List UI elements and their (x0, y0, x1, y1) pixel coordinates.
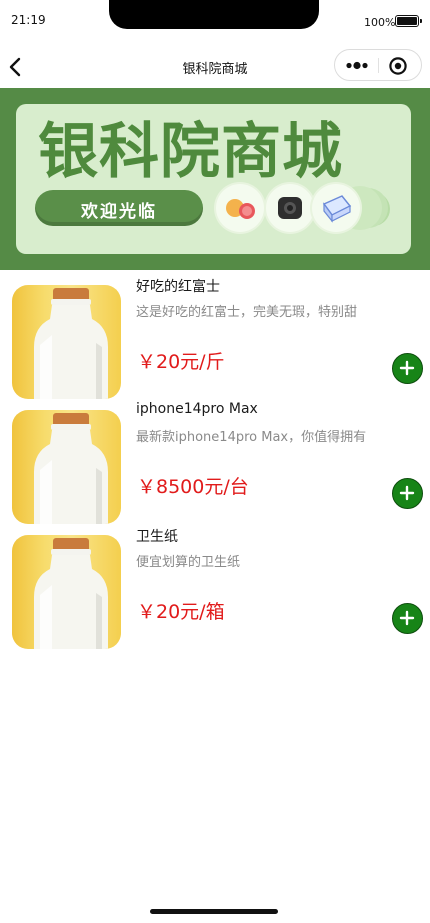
product-item[interactable]: iphone14pro Max 最新款iphone14pro Max，你值得拥有… (0, 395, 430, 524)
product-description: 便宜划算的卫生纸 (136, 555, 241, 570)
plus-icon (399, 360, 415, 376)
banner-card: 银科院商城 欢迎光临 (16, 104, 411, 254)
mini-program-capsule (334, 49, 422, 81)
promo-banner[interactable]: 银科院商城 欢迎光临 (0, 88, 430, 270)
fruit-icon (216, 184, 264, 232)
product-description: 最新款iphone14pro Max，你值得拥有 (136, 430, 367, 445)
milk-bottle-image (34, 538, 108, 649)
product-description: 这是好吃的红富士，完美无瑕，特别甜 (136, 305, 358, 320)
add-to-cart-button[interactable] (392, 353, 423, 384)
product-thumbnail[interactable] (12, 535, 121, 649)
product-name: 好吃的红富士 (136, 279, 220, 295)
battery-icon (395, 15, 422, 27)
phone-screen: 21:19 100% 银科院商城 银科院商城 欢迎光临 好吃的红富士 这是好吃的… (0, 0, 430, 923)
status-bar: 21:19 100% (0, 0, 430, 44)
status-time: 21:19 (11, 13, 46, 27)
product-price: ￥8500元/台 (137, 476, 249, 498)
plus-icon (399, 485, 415, 501)
capsule-divider (378, 58, 379, 73)
nav-bar: 银科院商城 (0, 44, 430, 88)
product-price: ￥20元/斤 (137, 351, 225, 373)
welcome-text: 欢迎光临 (81, 202, 157, 222)
add-to-cart-button[interactable] (392, 478, 423, 509)
product-item[interactable]: 好吃的红富士 这是好吃的红富士，完美无瑕，特别甜 ￥20元/斤 (0, 270, 430, 399)
battery-percentage: 100% (364, 16, 396, 29)
product-price: ￥20元/箱 (137, 601, 225, 623)
add-to-cart-button[interactable] (392, 603, 423, 634)
product-thumbnail[interactable] (12, 410, 121, 524)
product-list: 好吃的红富士 这是好吃的红富士，完美无瑕，特别甜 ￥20元/斤 iphone14… (0, 270, 430, 649)
more-dots-icon[interactable] (344, 57, 370, 74)
product-name: iphone14pro Max (136, 401, 258, 417)
speaker-icon (266, 184, 314, 232)
product-thumbnail[interactable] (12, 285, 121, 399)
milk-bottle-image (34, 413, 108, 524)
product-name: 卫生纸 (136, 529, 178, 545)
product-item[interactable]: 卫生纸 便宜划算的卫生纸 ￥20元/箱 (0, 520, 430, 649)
milk-bottle-image (34, 288, 108, 399)
welcome-pill: 欢迎光临 (35, 190, 203, 226)
plus-icon (399, 610, 415, 626)
notch (109, 0, 319, 29)
target-circle-icon[interactable] (388, 56, 408, 76)
banner-title: 银科院商城 (38, 117, 343, 187)
box-icon (312, 184, 360, 232)
home-indicator[interactable] (150, 909, 278, 914)
